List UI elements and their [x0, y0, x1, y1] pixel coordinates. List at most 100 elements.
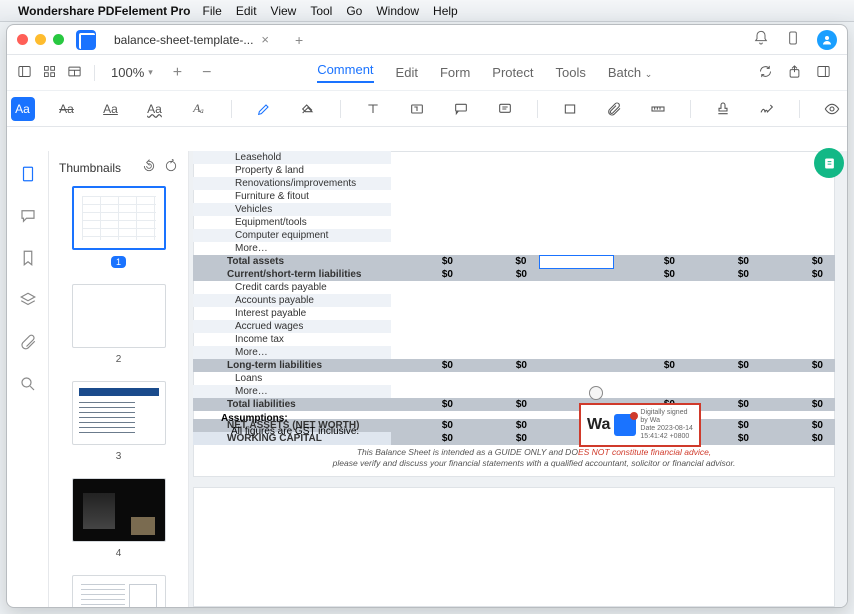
highlight-text-button[interactable]: Aa	[11, 97, 35, 121]
app-logo-icon	[76, 30, 96, 50]
row-label: Renovations/improvements	[193, 177, 391, 190]
text-tool-icon[interactable]	[361, 97, 385, 121]
thumbnails-panel: Thumbnails 1 2 3 4	[49, 151, 189, 607]
panel-icon[interactable]	[816, 64, 831, 82]
menu-window[interactable]: Window	[376, 4, 419, 18]
minimize-window-button[interactable]	[35, 34, 46, 45]
row-label: Accrued wages	[193, 320, 391, 333]
floating-action-button[interactable]	[814, 148, 844, 178]
bookmarks-icon[interactable]	[19, 249, 37, 267]
menu-view[interactable]: View	[271, 4, 297, 18]
mac-menubar: Wondershare PDFelement Pro File Edit Vie…	[0, 0, 854, 22]
main-toolbar: 100% ▾ + − Comment Edit Form Protect Too…	[7, 55, 847, 91]
document-tab[interactable]: balance-sheet-template-... ×	[104, 27, 279, 52]
textbox-icon[interactable]	[405, 97, 429, 121]
attachments-panel-icon[interactable]	[19, 333, 37, 351]
disclaimer-text: This Balance Sheet is intended as a GUID…	[299, 447, 769, 469]
highlighter-icon[interactable]	[252, 97, 276, 121]
hide-annotations-icon[interactable]	[820, 97, 844, 121]
tab-edit[interactable]: Edit	[396, 65, 418, 80]
close-window-button[interactable]	[17, 34, 28, 45]
tab-comment[interactable]: Comment	[317, 62, 373, 83]
caret-button[interactable]: Aₐ	[187, 97, 211, 121]
sidebar-toggle-icon[interactable]	[17, 64, 32, 82]
rectangle-shape-icon[interactable]	[558, 97, 582, 121]
note-icon[interactable]	[493, 97, 517, 121]
tab-form[interactable]: Form	[440, 65, 470, 80]
squiggly-button[interactable]: Aa	[143, 97, 167, 121]
search-icon[interactable]	[19, 375, 37, 393]
tab-batch[interactable]: Batch ⌄	[608, 65, 652, 80]
row-label: Vehicles	[193, 203, 391, 216]
bell-icon[interactable]	[753, 30, 769, 46]
page-gap	[193, 476, 835, 488]
row-label: Interest payable	[193, 307, 391, 320]
menu-edit[interactable]: Edit	[236, 4, 257, 18]
app-window: balance-sheet-template-... × + 100% ▾ + …	[6, 24, 848, 608]
digital-signature[interactable]: Wa Digitally signed by Wa Date 2023-08-1…	[579, 403, 701, 447]
workspace: Thumbnails 1 2 3 4	[7, 151, 847, 607]
underline-button[interactable]: Aa	[99, 97, 123, 121]
sync-icon[interactable]	[758, 64, 773, 82]
row-label: Credit cards payable	[193, 281, 391, 294]
row-label: Equipment/tools	[193, 216, 391, 229]
row-label: More…	[193, 346, 391, 359]
zoom-out-button[interactable]: −	[202, 64, 211, 82]
zoom-in-button[interactable]: +	[173, 64, 182, 82]
thumbnail-page-5[interactable]	[72, 575, 166, 607]
thumbnail-page-3[interactable]: 3	[72, 381, 166, 462]
comments-panel-icon[interactable]	[19, 207, 37, 225]
traffic-lights	[17, 34, 64, 45]
device-icon[interactable]	[785, 30, 801, 46]
strikethrough-button[interactable]: Aa	[55, 97, 79, 121]
grid-view-icon[interactable]	[42, 64, 57, 82]
measure-icon[interactable]	[646, 97, 670, 121]
menu-go[interactable]: Go	[346, 4, 362, 18]
menu-help[interactable]: Help	[433, 4, 458, 18]
tab-protect[interactable]: Protect	[492, 65, 533, 80]
selection-handle[interactable]	[589, 386, 603, 400]
titlebar: balance-sheet-template-... × +	[7, 25, 847, 55]
row-label: Loans	[193, 372, 391, 385]
left-tool-strip	[7, 151, 49, 607]
assumptions-block: Assumptions: All figures are GST inclusi…	[221, 413, 359, 437]
row-label: Leasehold	[193, 151, 391, 164]
attachment-icon[interactable]	[602, 97, 626, 121]
thumbnails-title: Thumbnails	[59, 161, 121, 175]
callout-icon[interactable]	[449, 97, 473, 121]
rotate-left-icon[interactable]	[142, 159, 156, 176]
page-canvas[interactable]: LeaseholdProperty & landRenovations/impr…	[189, 151, 847, 607]
user-avatar[interactable]	[817, 30, 837, 50]
zoom-dropdown[interactable]: 100% ▾	[111, 65, 153, 80]
signature-badge-icon	[614, 414, 636, 436]
app-name[interactable]: Wondershare PDFelement Pro	[18, 4, 191, 18]
thumbnails-icon[interactable]	[19, 165, 37, 183]
balance-sheet-table: LeaseholdProperty & landRenovations/impr…	[193, 151, 835, 445]
zoom-value: 100%	[111, 65, 144, 80]
maximize-window-button[interactable]	[53, 34, 64, 45]
signature-icon[interactable]	[755, 97, 779, 121]
new-tab-button[interactable]: +	[295, 32, 303, 48]
thumbnail-page-1[interactable]: 1	[72, 186, 166, 268]
thumbnail-page-2[interactable]: 2	[72, 284, 166, 365]
row-label: Long-term liabilities	[193, 359, 391, 372]
tab-title: balance-sheet-template-...	[114, 33, 253, 47]
row-label: More…	[193, 385, 391, 398]
eraser-icon[interactable]	[296, 97, 320, 121]
stamp-icon[interactable]	[711, 97, 735, 121]
rotate-right-icon[interactable]	[164, 159, 178, 176]
layers-icon[interactable]	[19, 291, 37, 309]
tab-tools[interactable]: Tools	[555, 65, 585, 80]
ribbon-tabs: Comment Edit Form Protect Tools Batch ⌄	[317, 62, 652, 83]
chevron-down-icon: ▾	[148, 67, 153, 78]
share-icon[interactable]	[787, 64, 802, 82]
thumbnail-page-4[interactable]: 4	[72, 478, 166, 559]
tab-close-icon[interactable]: ×	[261, 32, 269, 47]
row-label: Furniture & fitout	[193, 190, 391, 203]
row-label: Computer equipment	[193, 229, 391, 242]
menu-tool[interactable]: Tool	[310, 4, 332, 18]
row-label: Current/short-term liabilities	[193, 268, 391, 281]
reading-view-icon[interactable]	[67, 64, 82, 82]
menu-file[interactable]: File	[203, 4, 222, 18]
comment-toolbar: Aa Aa Aa Aa Aₐ	[7, 91, 847, 127]
